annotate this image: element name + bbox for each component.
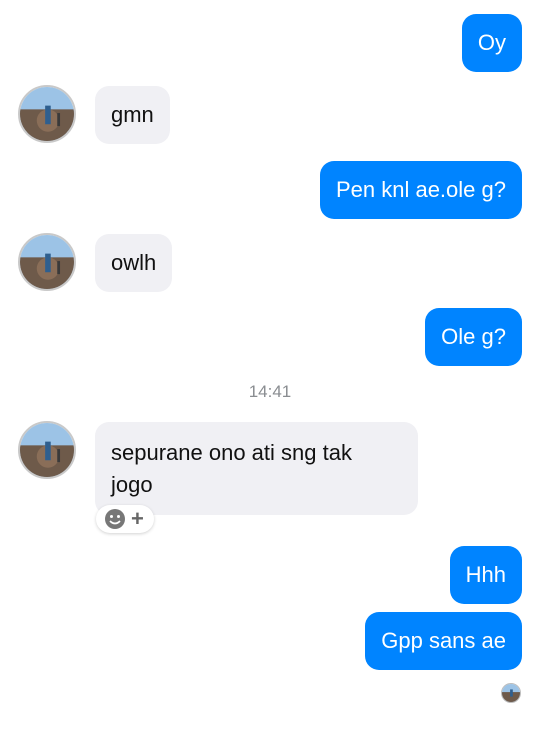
message-timestamp: 14:41 (248, 382, 292, 401)
smile-icon[interactable] (104, 508, 126, 530)
contact-avatar[interactable] (18, 85, 76, 143)
message-thread: Oy gmn Pen knl ae.ole g? owlh Ole g? 14:… (0, 0, 540, 730)
contact-avatar[interactable] (18, 233, 76, 291)
incoming-message[interactable]: owlh (95, 234, 173, 292)
contact-avatar[interactable] (18, 421, 76, 479)
outgoing-message[interactable]: Oy (461, 14, 522, 72)
plus-icon[interactable]: + (131, 505, 144, 533)
incoming-message[interactable]: gmn (95, 86, 170, 144)
incoming-message[interactable]: sepurane ono ati sng tak jogo (95, 422, 418, 515)
outgoing-message[interactable]: Hhh (449, 546, 522, 604)
outgoing-message[interactable]: Gpp sans ae (365, 612, 522, 670)
reaction-bar[interactable]: + (96, 505, 154, 533)
outgoing-message[interactable]: Pen knl ae.ole g? (319, 161, 522, 219)
outgoing-message[interactable]: Ole g? (425, 308, 522, 366)
seen-indicator-avatar (501, 683, 521, 703)
